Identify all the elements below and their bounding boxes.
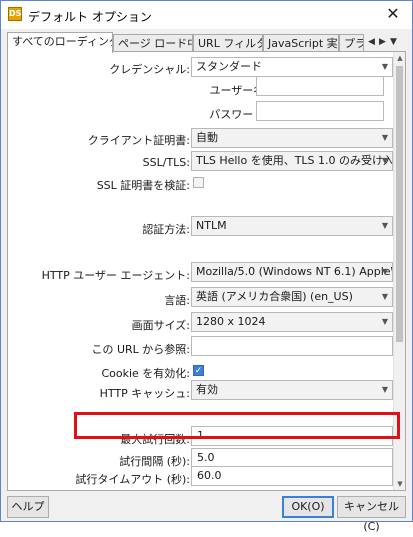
screen-size-value: 1280 x 1024 [196, 315, 266, 328]
chevron-down-icon: ▼ [381, 221, 388, 230]
username-input[interactable] [256, 76, 384, 96]
tab-next-icon[interactable]: ▶ [379, 36, 386, 48]
scroll-down-icon[interactable]: ▼ [394, 478, 405, 490]
screen-size-label: 画面サイズ: [131, 319, 190, 332]
password-input[interactable] [256, 101, 384, 121]
ssl-verify-checkbox[interactable] [193, 177, 204, 188]
tab-javascript[interactable]: JavaScript 実行 [263, 34, 339, 52]
tab-prev-icon[interactable]: ◀ [368, 36, 375, 48]
http-cache-select[interactable]: 有効 ▼ [191, 380, 393, 400]
tab-plugin[interactable]: プラ [339, 34, 364, 52]
http-cache-value: 有効 [196, 383, 218, 396]
chevron-down-icon: ▼ [381, 292, 388, 301]
app-icon: DS [8, 7, 22, 21]
client-cert-select[interactable]: 自動 ▼ [191, 128, 393, 148]
close-button[interactable]: ✕ [380, 4, 406, 24]
language-label: 言語: [164, 294, 190, 307]
tab-url-filter[interactable]: URL フィルタ [193, 34, 263, 52]
options-dialog: DS デフォルト オプション ✕ すべてのローディング ページ ロード中 URL… [0, 0, 413, 533]
chevron-down-icon: ▼ [381, 62, 388, 71]
screen-size-select[interactable]: 1280 x 1024 ▼ [191, 312, 393, 332]
cookie-label: Cookie を有効化: [101, 367, 190, 380]
scroll-up-icon[interactable]: ▲ [394, 52, 405, 64]
retry-timeout-input[interactable]: 60.0 [191, 466, 393, 486]
tab-menu-icon[interactable]: ▼ [390, 36, 397, 48]
language-value: 英語 (アメリカ合衆国) (en_US) [196, 290, 353, 303]
scroll-thumb[interactable] [396, 66, 403, 342]
window-title: デフォルト オプション [28, 10, 152, 24]
chevron-down-icon: ▼ [381, 385, 388, 394]
retry-interval-input[interactable]: 5.0 [191, 448, 393, 468]
credential-select[interactable]: スタンダード ▼ [191, 57, 393, 77]
ssl-label: SSL/TLS: [142, 156, 190, 169]
ok-button[interactable]: OK(O) [282, 496, 334, 518]
retry-timeout-highlight [74, 412, 400, 439]
credential-label: クレデンシャル: [109, 63, 190, 76]
client-cert-value: 自動 [196, 131, 218, 144]
tab-all-loading[interactable]: すべてのローディング [7, 32, 113, 53]
user-agent-value: Mozilla/5.0 (Windows NT 6.1) AppleWebK..… [196, 265, 392, 278]
auth-method-select[interactable]: NTLM ▼ [191, 216, 393, 236]
user-agent-label: HTTP ユーザー エージェント: [41, 269, 190, 282]
chevron-down-icon: ▼ [381, 156, 388, 165]
chevron-down-icon: ▼ [381, 133, 388, 142]
cookie-checkbox[interactable]: ✓ [193, 365, 204, 376]
dialog-footer: ヘルプ OK(O) キャンセル(C) [1, 493, 412, 533]
retry-timeout-label: 試行タイムアウト (秒): [75, 473, 190, 486]
client-cert-label: クライアント証明書: [87, 134, 190, 147]
chevron-down-icon: ▼ [381, 317, 388, 326]
retry-interval-label: 試行間隔 (秒): [119, 455, 190, 468]
user-agent-select[interactable]: Mozilla/5.0 (Windows NT 6.1) AppleWebK..… [191, 262, 393, 282]
auth-method-label: 認証方法: [142, 223, 190, 236]
http-cache-label: HTTP キャッシュ: [99, 387, 190, 400]
ssl-verify-label: SSL 証明書を検証: [96, 179, 190, 192]
ssl-select[interactable]: TLS Hello を使用、TLS 1.0 のみ受け入れ (... ▼ [191, 151, 393, 171]
ref-url-input[interactable] [191, 336, 393, 356]
ssl-value: TLS Hello を使用、TLS 1.0 のみ受け入れ (... [196, 154, 393, 167]
language-select[interactable]: 英語 (アメリカ合衆国) (en_US) ▼ [191, 287, 393, 307]
cancel-button[interactable]: キャンセル(C) [337, 496, 406, 533]
tab-bar: すべてのローディング ページ ロード中 URL フィルタ JavaScript … [7, 32, 406, 53]
help-button[interactable]: ヘルプ [7, 496, 49, 518]
tab-page-loading[interactable]: ページ ロード中 [113, 34, 193, 52]
title-bar: DS デフォルト オプション ✕ [1, 1, 412, 29]
chevron-down-icon: ▼ [381, 267, 388, 276]
auth-method-value: NTLM [196, 219, 227, 232]
credential-value: スタンダード [196, 60, 262, 73]
ref-url-label: この URL から参照: [91, 343, 190, 356]
